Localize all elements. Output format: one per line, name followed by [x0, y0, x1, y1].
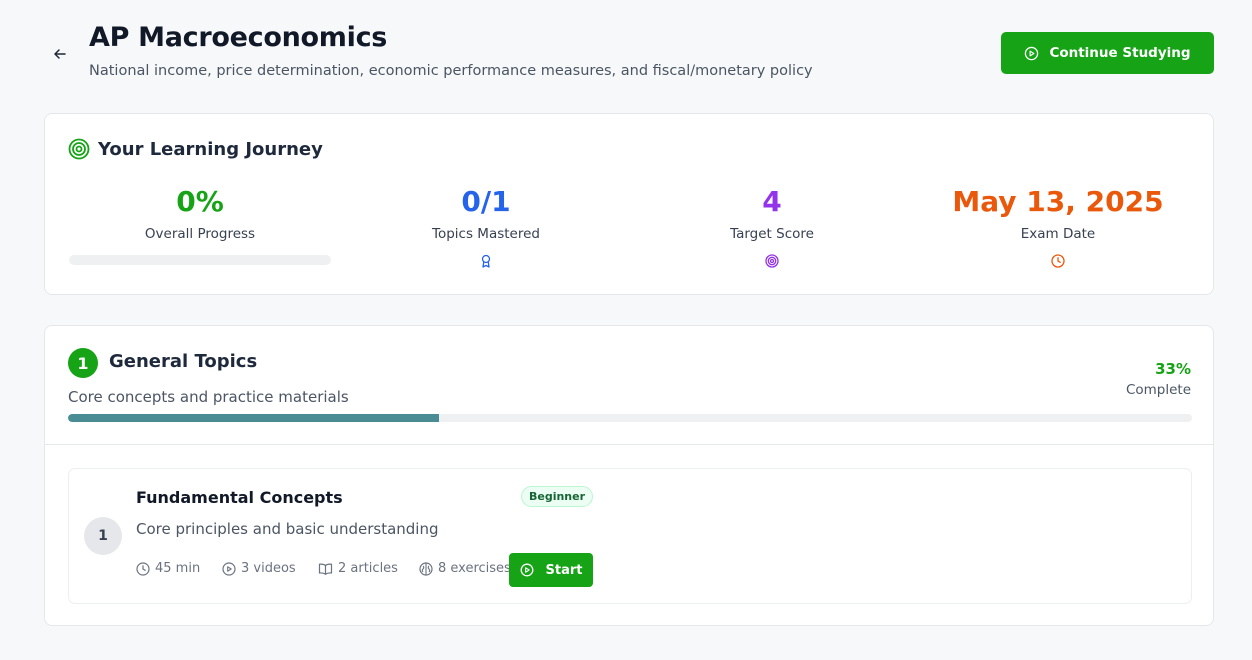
section-number-badge: 1 [68, 348, 98, 378]
target-icon [68, 138, 90, 160]
stat-exam-date: May 13, 2025 Exam Date [926, 184, 1190, 268]
meta-duration: 45 min [136, 561, 200, 576]
topic-description: Core principles and basic understanding [136, 520, 439, 538]
book-open-icon [318, 563, 333, 575]
section-complete-label: Complete [1125, 382, 1191, 398]
play-circle-icon [520, 563, 533, 577]
stat-label: Overall Progress [144, 226, 256, 242]
videos-text: 3 videos [241, 561, 296, 576]
stat-value: May 13, 2025 [952, 185, 1164, 218]
journey-heading: Your Learning Journey [68, 138, 323, 160]
continue-studying-button[interactable]: Continue Studying [1001, 32, 1214, 74]
section-description: Core concepts and practice materials [68, 388, 349, 406]
stat-label: Exam Date [1020, 226, 1096, 242]
section-progress-fill [68, 414, 439, 422]
continue-studying-label: Continue Studying [1049, 45, 1191, 61]
level-badge: Beginner [521, 486, 593, 507]
play-circle-icon [1025, 46, 1039, 60]
learning-journey-card: Your Learning Journey 0% Overall Progres… [44, 113, 1214, 295]
section-progress-bar [68, 414, 1192, 422]
section-percent: 33% [1155, 360, 1191, 378]
award-icon [481, 254, 491, 268]
stat-topics-mastered: 0/1 Topics Mastered [354, 184, 618, 268]
start-label: Start [545, 562, 583, 578]
stat-value: 4 [762, 185, 782, 218]
journey-title: Your Learning Journey [98, 138, 323, 160]
stat-overall-progress: 0% Overall Progress [68, 184, 332, 265]
topic-title: Fundamental Concepts [136, 488, 343, 507]
section-title: General Topics [109, 351, 258, 372]
meta-articles: 2 articles [318, 561, 398, 576]
back-button[interactable] [50, 44, 70, 64]
duration-text: 45 min [155, 561, 201, 576]
overall-progress-bar [69, 255, 331, 265]
arrow-left-icon [54, 49, 66, 59]
divider [45, 444, 1213, 445]
meta-exercises: 8 exercises [419, 561, 511, 576]
articles-text: 2 articles [338, 561, 398, 576]
page-title: AP Macroeconomics [89, 22, 388, 53]
exercises-text: 8 exercises [438, 561, 511, 576]
start-button[interactable]: Start [509, 553, 593, 587]
stat-label: Target Score [730, 226, 814, 242]
page-subtitle: National income, price determination, ec… [89, 63, 813, 79]
play-circle-icon [222, 561, 236, 576]
topic-item: 1 Fundamental Concepts Beginner Core pri… [68, 468, 1192, 604]
clock-icon [136, 561, 150, 576]
brain-icon [419, 561, 433, 576]
stat-target-score: 4 Target Score [640, 184, 904, 268]
topic-number: 1 [84, 517, 122, 555]
stat-value: 0/1 [461, 185, 511, 218]
meta-videos: 3 videos [222, 561, 296, 576]
stat-value: 0% [176, 185, 224, 218]
clock-icon [1051, 254, 1065, 268]
general-topics-card: 1 General Topics Core concepts and pract… [44, 325, 1214, 626]
target-icon [765, 254, 779, 268]
stat-label: Topics Mastered [432, 226, 540, 242]
